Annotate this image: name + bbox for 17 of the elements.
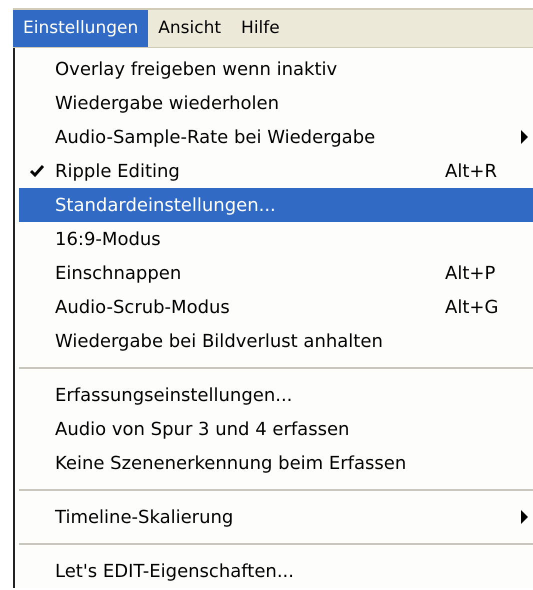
menu-item[interactable]: Standardeinstellungen... — [19, 188, 533, 222]
menu-item[interactable]: Let's EDIT-Eigenschaften... — [19, 554, 533, 588]
menu-item[interactable]: Wiedergabe wiederholen — [19, 86, 533, 120]
menu-item[interactable]: Audio-Sample-Rate bei Wiedergabe — [19, 120, 533, 154]
menu-item[interactable]: Keine Szenenerkennung beim Erfassen — [19, 446, 533, 480]
menu-bar-item[interactable]: Ansicht — [148, 10, 232, 47]
menu-item[interactable]: Ripple Editing Alt+R — [19, 154, 533, 188]
menu-item[interactable]: Einschnappen Alt+P — [19, 256, 533, 290]
menu-item[interactable]: 16:9-Modus — [19, 222, 533, 256]
menu-item[interactable]: Overlay freigeben wenn inaktiv — [19, 52, 533, 86]
menu-item[interactable]: Audio-Scrub-Modus Alt+G — [19, 290, 533, 324]
menu-item[interactable]: Audio von Spur 3 und 4 erfassen — [19, 412, 533, 446]
menu-item[interactable]: Erfassungseinstellungen... — [19, 378, 533, 412]
menu-bar-item[interactable]: Hilfe — [231, 10, 290, 47]
menu-bar-item[interactable]: Einstellungen — [13, 10, 148, 47]
menu-item[interactable]: Timeline-Skalierung — [19, 500, 533, 534]
menu-item[interactable]: Wiedergabe bei Bildverlust anhalten — [19, 324, 533, 358]
